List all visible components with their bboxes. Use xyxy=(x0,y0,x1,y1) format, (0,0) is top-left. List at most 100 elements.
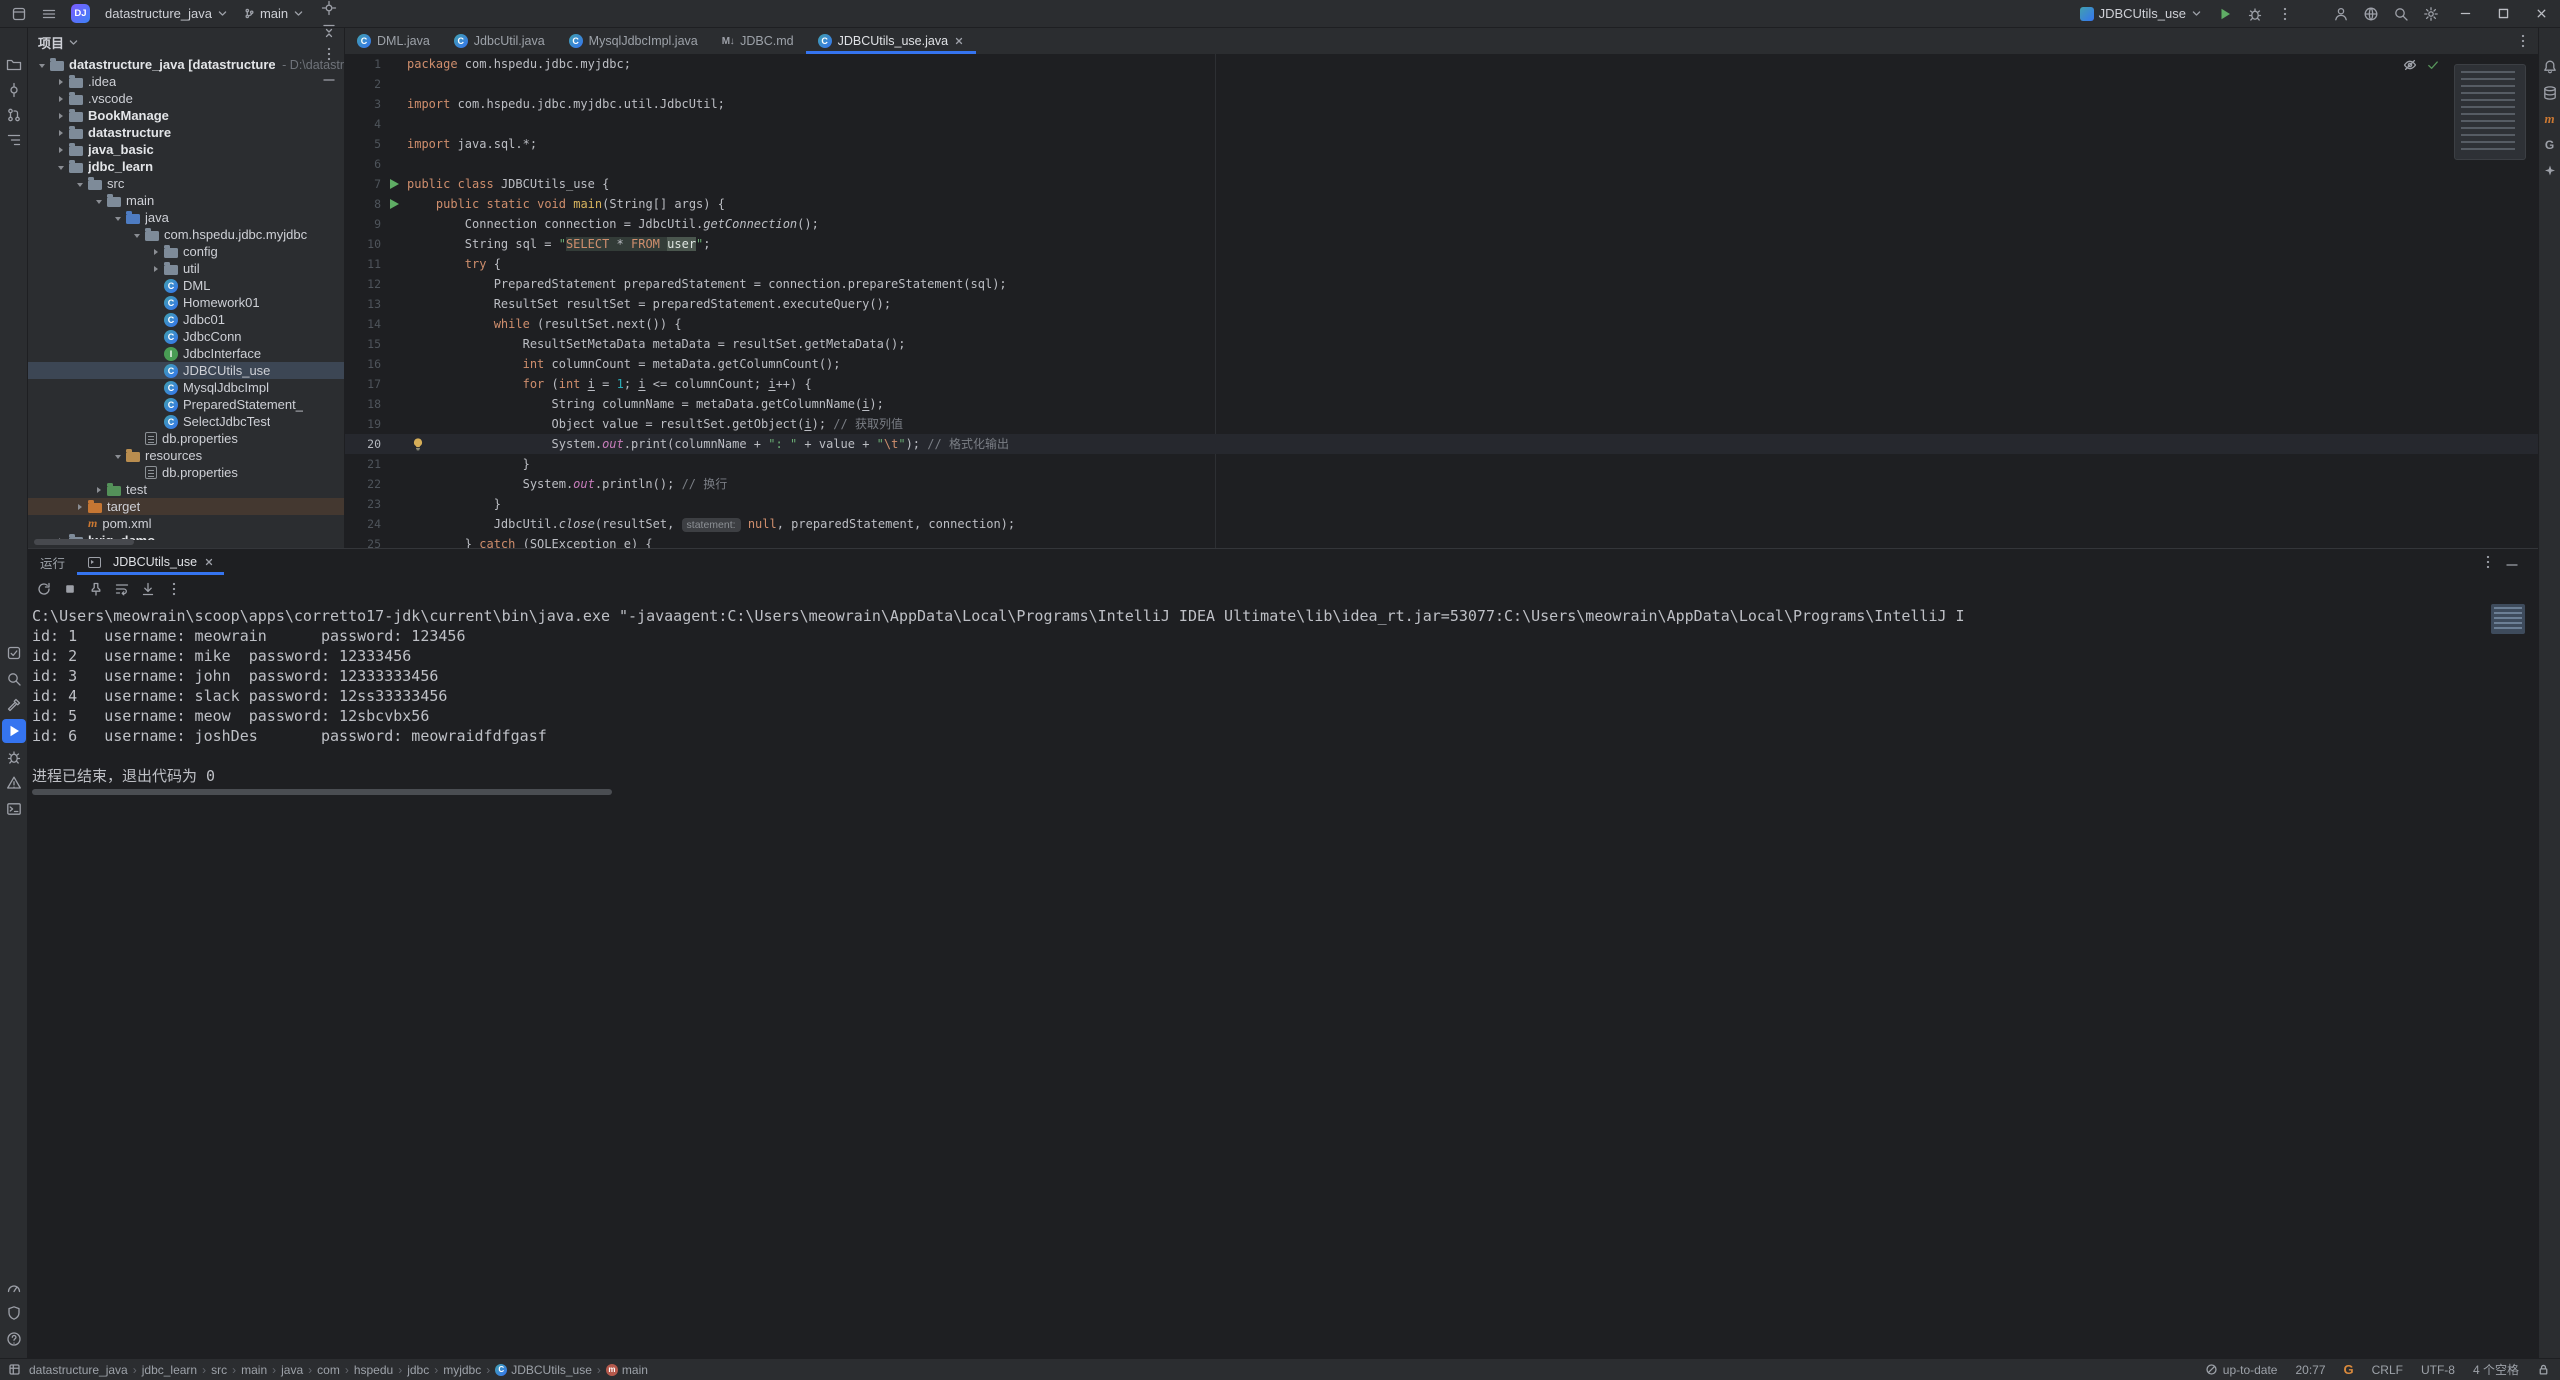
code-line-20[interactable]: 20 System.out.print(columnName + ": " + … xyxy=(345,434,2538,454)
chevron-collapsed-icon[interactable] xyxy=(53,125,68,140)
tree-item-jdbcutils-use[interactable]: CJDBCUtils_use xyxy=(28,362,344,379)
notifications-icon[interactable] xyxy=(2538,55,2560,79)
breadcrumb-myjdbc[interactable]: myjdbc xyxy=(443,1363,481,1377)
code-line-22[interactable]: 22 System.out.println(); // 换行 xyxy=(345,474,2538,494)
breadcrumb-main[interactable]: main xyxy=(241,1363,267,1377)
branch-selector[interactable]: main xyxy=(236,3,312,25)
close-tab-icon[interactable] xyxy=(954,36,964,46)
editor-tab-dml-java[interactable]: CDML.java xyxy=(345,28,442,54)
chevron-expanded-icon[interactable] xyxy=(34,57,49,72)
tree-item-datastructure[interactable]: datastructure xyxy=(28,124,344,141)
line-number[interactable]: 6 xyxy=(345,154,381,174)
line-number[interactable]: 8 xyxy=(345,194,381,214)
editor-tab-jdbcutils-use-java[interactable]: CJDBCUtils_use.java xyxy=(806,28,976,54)
collapse-icon[interactable] xyxy=(318,20,340,42)
status-caret-position[interactable]: 20:77 xyxy=(2295,1363,2325,1377)
tree-item-db-properties[interactable]: db.properties xyxy=(28,430,344,447)
run-button[interactable] xyxy=(2210,1,2240,27)
chevron-collapsed-icon[interactable] xyxy=(91,482,106,497)
tree-item-util[interactable]: util xyxy=(28,260,344,277)
code-line-1[interactable]: 1package com.hspedu.jdbc.myjdbc; xyxy=(345,54,2538,74)
line-number[interactable]: 11 xyxy=(345,254,381,274)
line-number[interactable]: 15 xyxy=(345,334,381,354)
chevron-expanded-icon[interactable] xyxy=(72,176,87,191)
code-editor[interactable]: 1package com.hspedu.jdbc.myjdbc;23import… xyxy=(345,54,2538,548)
breadcrumb-src[interactable]: src xyxy=(211,1363,227,1377)
pin-icon[interactable] xyxy=(84,577,108,601)
tree-item-pom-xml[interactable]: mpom.xml xyxy=(28,515,344,532)
help-icon[interactable] xyxy=(2,1327,26,1351)
tree-item-java[interactable]: java xyxy=(28,209,344,226)
tree-item-bookmanage[interactable]: BookManage xyxy=(28,107,344,124)
project-panel-title[interactable]: 项目 xyxy=(38,33,64,52)
close-tab-icon[interactable] xyxy=(204,557,214,567)
line-number[interactable]: 18 xyxy=(345,394,381,414)
code-line-4[interactable]: 4 xyxy=(345,114,2538,134)
chevron-collapsed-icon[interactable] xyxy=(148,244,163,259)
code-line-9[interactable]: 9 Connection connection = JdbcUtil.getCo… xyxy=(345,214,2538,234)
code-line-17[interactable]: 17 for (int i = 1; i <= columnCount; i++… xyxy=(345,374,2538,394)
tree-item-mysqljdbcimpl[interactable]: CMysqlJdbcImpl xyxy=(28,379,344,396)
tree-item-resources[interactable]: resources xyxy=(28,447,344,464)
scroll-end-icon[interactable] xyxy=(136,577,160,601)
breadcrumb-jdbcutils-use[interactable]: CJDBCUtils_use xyxy=(495,1363,592,1377)
line-number[interactable]: 19 xyxy=(345,414,381,434)
code-line-16[interactable]: 16 int columnCount = metaData.getColumnC… xyxy=(345,354,2538,374)
more-actions-icon[interactable] xyxy=(2270,1,2300,27)
breadcrumb-jdbc[interactable]: jdbc xyxy=(407,1363,429,1377)
line-number[interactable]: 9 xyxy=(345,214,381,234)
line-number[interactable]: 16 xyxy=(345,354,381,374)
ai-icon[interactable] xyxy=(2538,159,2560,183)
problems-icon[interactable] xyxy=(2,771,26,795)
tree-item-preparedstatement[interactable]: CPreparedStatement_ xyxy=(28,396,344,413)
status-line-separator[interactable]: CRLF xyxy=(2372,1363,2403,1377)
soft-wrap-icon[interactable] xyxy=(110,577,134,601)
terminal-icon[interactable] xyxy=(2,797,26,821)
tree-item-idea[interactable]: .idea xyxy=(28,73,344,90)
build-icon[interactable] xyxy=(2,693,26,717)
chevron-collapsed-icon[interactable] xyxy=(72,499,87,514)
editor-minimap-preview[interactable] xyxy=(2454,64,2526,160)
line-number[interactable]: 14 xyxy=(345,314,381,334)
tree-item-jdbcinterface[interactable]: IJdbcInterface xyxy=(28,345,344,362)
line-number[interactable]: 2 xyxy=(345,74,381,94)
chevron-expanded-icon[interactable] xyxy=(110,210,125,225)
inspections-widget[interactable] xyxy=(2403,58,2440,72)
stop-icon[interactable] xyxy=(58,577,82,601)
tree-item-homework01[interactable]: CHomework01 xyxy=(28,294,344,311)
code-line-14[interactable]: 14 while (resultSet.next()) { xyxy=(345,314,2538,334)
status-plugin-g[interactable]: G xyxy=(2344,1362,2354,1377)
breadcrumb-java[interactable]: java xyxy=(281,1363,303,1377)
code-line-13[interactable]: 13 ResultSet resultSet = preparedStateme… xyxy=(345,294,2538,314)
minimize-button[interactable] xyxy=(2446,0,2484,27)
code-line-5[interactable]: 5import java.sql.*; xyxy=(345,134,2538,154)
breadcrumb-main[interactable]: mmain xyxy=(606,1363,648,1377)
editor-tab-mysqljdbcimpl-java[interactable]: CMysqlJdbcImpl.java xyxy=(557,28,710,54)
code-line-6[interactable]: 6 xyxy=(345,154,2538,174)
chevron-collapsed-icon[interactable] xyxy=(53,142,68,157)
code-line-12[interactable]: 12 PreparedStatement preparedStatement =… xyxy=(345,274,2538,294)
tree-item-java-basic[interactable]: java_basic xyxy=(28,141,344,158)
project-badge[interactable]: DJ xyxy=(71,4,90,23)
tree-item-dml[interactable]: CDML xyxy=(28,277,344,294)
line-number[interactable]: 4 xyxy=(345,114,381,134)
tree-item-vscode[interactable]: .vscode xyxy=(28,90,344,107)
line-number[interactable]: 20 xyxy=(345,434,381,454)
tree-item-jdbcconn[interactable]: CJdbcConn xyxy=(28,328,344,345)
debug-icon[interactable] xyxy=(2,745,26,769)
more-icon[interactable] xyxy=(2476,550,2500,574)
project-selector[interactable]: datastructure_java xyxy=(97,3,236,25)
debug-button[interactable] xyxy=(2240,1,2270,27)
run-gutter-icon[interactable] xyxy=(390,179,399,189)
app-window-icon[interactable] xyxy=(4,1,34,27)
pull-requests-icon[interactable] xyxy=(2,103,26,127)
line-number[interactable]: 21 xyxy=(345,454,381,474)
editor-tab-jdbc-md[interactable]: M↓JDBC.md xyxy=(710,28,806,54)
chevron-expanded-icon[interactable] xyxy=(110,448,125,463)
project-icon[interactable] xyxy=(8,1363,21,1376)
chevron-expanded-icon[interactable] xyxy=(91,193,106,208)
tree-item-com-hspedu-jdbc-myjdbc[interactable]: com.hspedu.jdbc.myjdbc xyxy=(28,226,344,243)
code-line-24[interactable]: 24 JdbcUtil.close(resultSet, statement: … xyxy=(345,514,2538,534)
line-number[interactable]: 22 xyxy=(345,474,381,494)
code-line-8[interactable]: 8 public static void main(String[] args)… xyxy=(345,194,2538,214)
